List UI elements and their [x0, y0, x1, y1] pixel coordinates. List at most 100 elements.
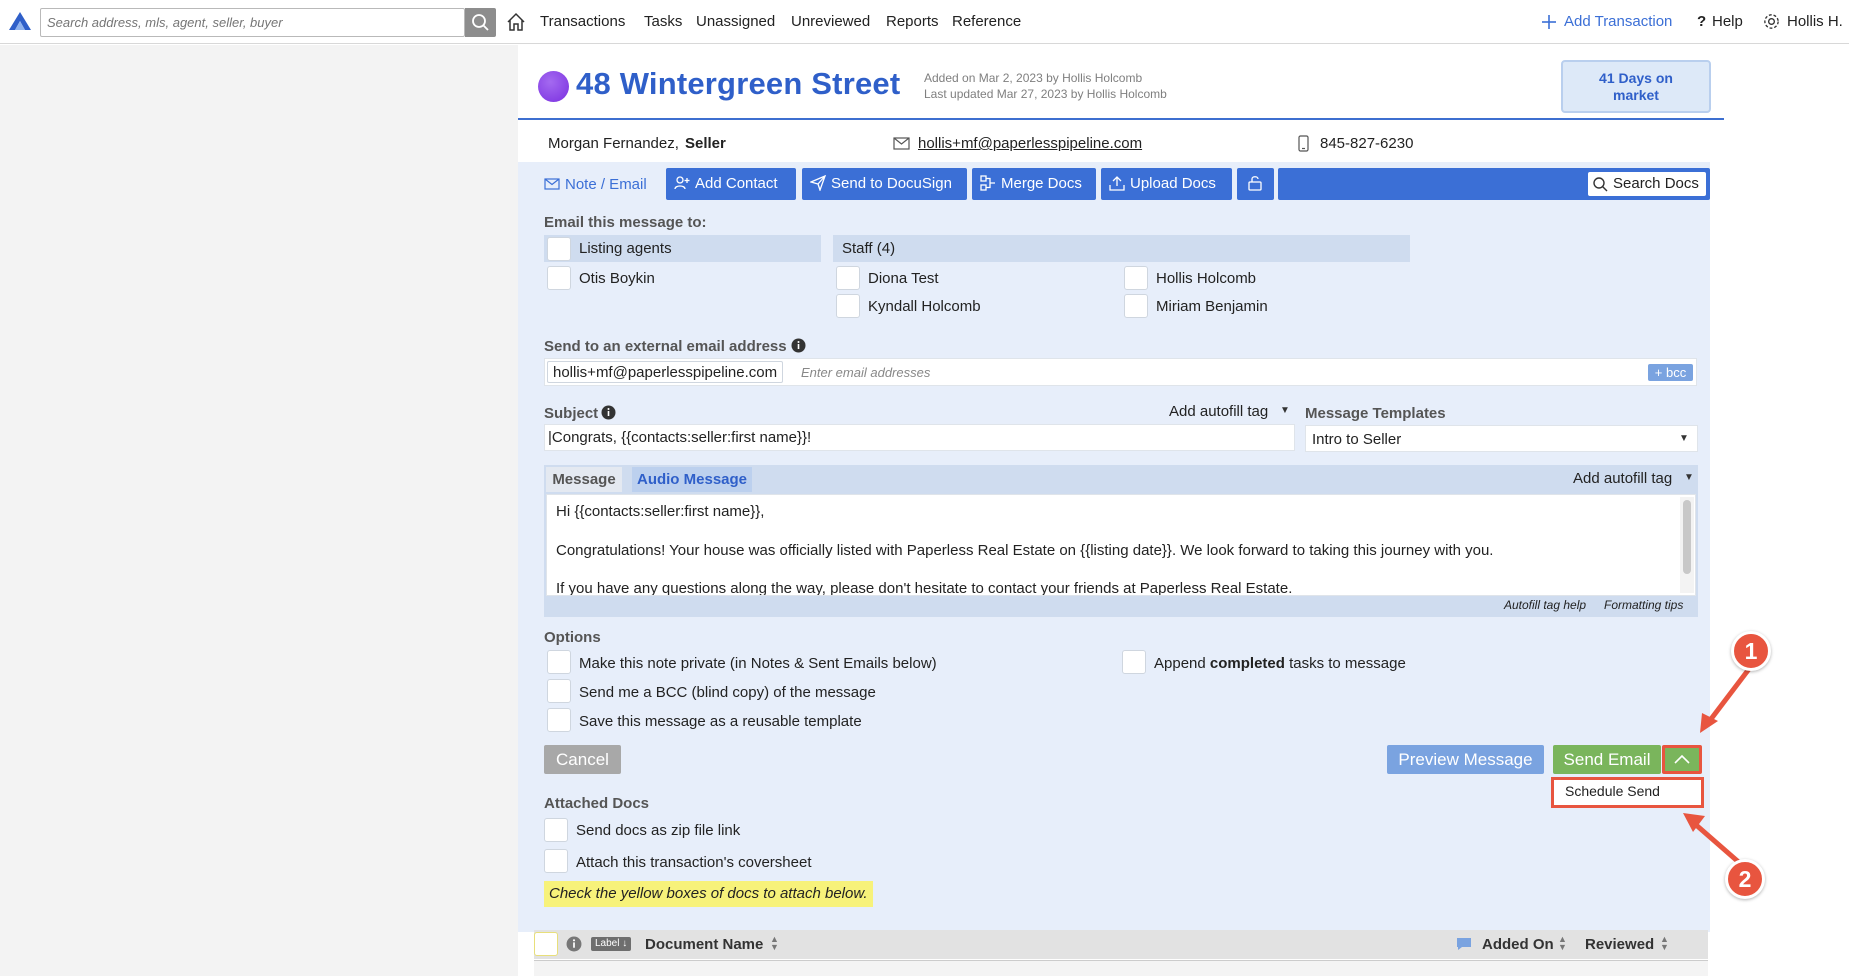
add-contact-label: Add Contact — [695, 175, 778, 192]
nav-reports[interactable]: Reports — [886, 13, 939, 30]
documents-table-group-row — [534, 960, 1708, 976]
staff-name: Hollis Holcomb — [1156, 270, 1257, 287]
nav-tasks[interactable]: Tasks — [644, 13, 682, 30]
info-icon[interactable] — [791, 338, 806, 353]
staff-checkbox[interactable] — [836, 266, 860, 290]
contact-name[interactable]: Morgan Fernandez, — [548, 135, 679, 152]
zip-link-checkbox[interactable] — [544, 818, 568, 842]
info-icon[interactable] — [566, 936, 582, 952]
tab-note-email[interactable]: Note / Email — [534, 168, 656, 202]
contact-email-link[interactable]: hollis+mf@paperlesspipeline.com — [918, 135, 1142, 152]
info-icon[interactable] — [601, 405, 616, 420]
global-search-box — [40, 8, 465, 37]
plus-icon — [1542, 15, 1556, 29]
preview-message-button[interactable]: Preview Message — [1387, 745, 1544, 774]
upload-icon — [1109, 176, 1125, 191]
search-docs-label: Search Docs — [1613, 175, 1699, 192]
nav-unassigned[interactable]: Unassigned — [696, 13, 775, 30]
staff-name: Miriam Benjamin — [1156, 298, 1268, 315]
attached-docs-label: Attached Docs — [544, 795, 650, 812]
caret-down-icon: ▼ — [1684, 472, 1694, 483]
message-textarea[interactable]: Hi {{contacts:seller:first name}}, Congr… — [546, 494, 1696, 596]
sort-icon: ▲ ▼ — [1660, 934, 1669, 952]
help-link[interactable]: Help — [1712, 13, 1743, 30]
top-navigation-bar: Transactions Tasks Unassigned Unreviewed… — [0, 0, 1849, 44]
bcc-button[interactable]: + bcc — [1648, 364, 1693, 381]
transaction-address[interactable]: 48 Wintergreen Street — [576, 66, 900, 102]
question-icon: ? — [1697, 13, 1707, 30]
options-label: Options — [544, 629, 601, 646]
days-on-market-badge[interactable]: 41 Days on market — [1561, 60, 1711, 113]
save-template-checkbox[interactable] — [547, 708, 571, 732]
envelope-icon — [893, 137, 910, 150]
paperless-pipeline-logo-icon[interactable] — [6, 8, 34, 36]
select-all-docs-checkbox[interactable] — [534, 932, 558, 956]
add-contact-button[interactable]: Add Contact — [666, 168, 796, 200]
callout-badge-1: 1 — [1731, 631, 1771, 671]
formatting-tips-link[interactable]: Formatting tips — [1604, 598, 1683, 612]
nav-unreviewed[interactable]: Unreviewed — [791, 13, 870, 30]
external-email-label: Send to an external email address — [544, 338, 787, 355]
merge-docs-button[interactable]: Merge Docs — [972, 168, 1096, 200]
tab-message[interactable]: Message — [546, 467, 622, 492]
add-person-icon — [674, 176, 690, 190]
sort-icon: ▲ ▼ — [1558, 934, 1567, 952]
bcc-me-label: Send me a BCC (blind copy) of the messag… — [579, 684, 876, 701]
cancel-button[interactable]: Cancel — [544, 745, 621, 774]
user-menu[interactable]: Hollis H. — [1787, 13, 1843, 30]
lock-button[interactable] — [1237, 168, 1274, 200]
contact-phone[interactable]: 845-827-6230 — [1320, 135, 1413, 152]
search-button[interactable] — [465, 8, 496, 37]
nav-reference[interactable]: Reference — [952, 13, 1021, 30]
staff-checkbox[interactable] — [1124, 266, 1148, 290]
append-tasks-checkbox[interactable] — [1122, 650, 1146, 674]
tab-audio-message[interactable]: Audio Message — [632, 467, 752, 492]
subject-value: |Congrats, {{contacts:seller:first name}… — [548, 429, 812, 446]
search-docs-button[interactable]: Search Docs — [1588, 172, 1706, 196]
contact-role: Seller — [685, 135, 726, 152]
message-scrollbar[interactable] — [1680, 497, 1694, 593]
global-search-input[interactable] — [41, 9, 465, 36]
nav-transactions[interactable]: Transactions — [540, 13, 625, 30]
staff-checkbox[interactable] — [1124, 294, 1148, 318]
schedule-send-option[interactable]: Schedule Send — [1565, 783, 1660, 799]
email-to-label: Email this message to: — [544, 214, 707, 231]
bcc-me-checkbox[interactable] — [547, 679, 571, 703]
callout-arrow-1 — [1700, 663, 1754, 733]
external-email-chip[interactable]: hollis+mf@paperlesspipeline.com — [547, 361, 784, 383]
send-options-toggle[interactable] — [1662, 745, 1702, 774]
append-bold: completed — [1209, 655, 1285, 672]
private-note-checkbox[interactable] — [547, 650, 571, 674]
agent-checkbox[interactable] — [547, 266, 571, 290]
upload-docs-label: Upload Docs — [1130, 175, 1216, 192]
append-prefix: Append — [1154, 655, 1210, 672]
document-name-column[interactable]: Document Name — [645, 936, 763, 953]
merge-icon — [980, 175, 995, 191]
subject-label: Subject — [544, 405, 599, 422]
subject-autofill-dropdown[interactable]: Add autofill tag — [1169, 403, 1268, 420]
message-line: Congratulations! Your house was official… — [556, 542, 1494, 559]
days-on-market-text: 41 Days on market — [1599, 70, 1673, 103]
listing-agents-checkbox[interactable] — [547, 237, 571, 261]
envelope-icon — [544, 178, 560, 190]
tab-note-email-label: Note / Email — [565, 176, 647, 193]
staff-checkbox[interactable] — [836, 294, 860, 318]
label-sort-chip[interactable]: Label ↓ — [591, 937, 632, 951]
upload-docs-button[interactable]: Upload Docs — [1101, 168, 1232, 200]
send-to-docusign-button[interactable]: Send to DocuSign — [802, 168, 967, 200]
reviewed-column[interactable]: Reviewed — [1585, 936, 1654, 953]
message-autofill-dropdown[interactable]: Add autofill tag — [1573, 470, 1672, 487]
add-transaction-link[interactable]: Add Transaction — [1564, 13, 1672, 30]
coversheet-checkbox[interactable] — [544, 849, 568, 873]
message-templates-label: Message Templates — [1305, 405, 1446, 422]
send-email-button[interactable]: Send Email — [1553, 745, 1661, 774]
left-sidebar-blank — [0, 45, 518, 976]
added-on-column[interactable]: Added On — [1482, 936, 1554, 953]
save-template-label: Save this message as a reusable template — [579, 713, 862, 730]
last-updated-text: Last updated Mar 27, 2023 by Hollis Holc… — [924, 87, 1167, 101]
coversheet-label: Attach this transaction's coversheet — [576, 854, 812, 871]
sort-icon: ▲ ▼ — [770, 934, 779, 952]
autofill-tag-help-link[interactable]: Autofill tag help — [1504, 598, 1586, 612]
schedule-send-menu: Schedule Send — [1551, 777, 1704, 808]
home-icon[interactable] — [505, 11, 527, 33]
